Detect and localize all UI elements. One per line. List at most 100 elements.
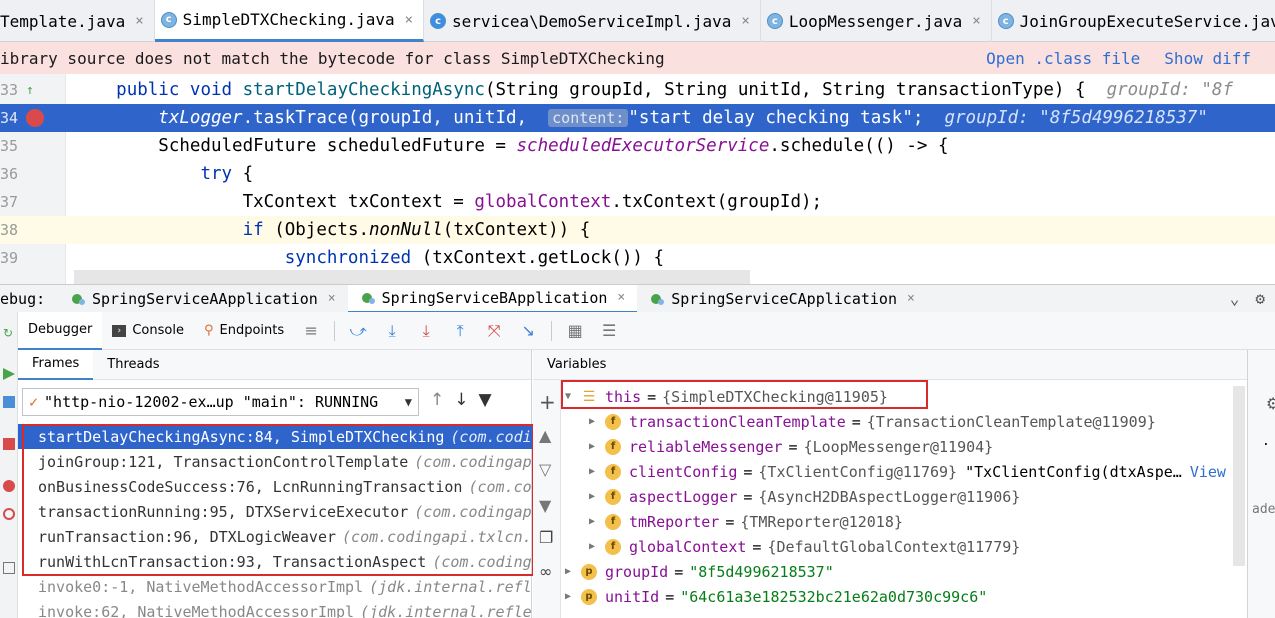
run-config-tabs: SpringServiceAApplication × SpringServiceB… — [58, 284, 927, 313]
editor-tab[interactable]: Template.java × — [0, 0, 155, 42]
code-text: synchronized (txContext.getLock()) { — [74, 248, 664, 268]
glasses-icon[interactable]: ∞ — [539, 562, 552, 581]
gear-icon[interactable]: ⚙ — [1255, 289, 1265, 308]
editor-tab[interactable]: c servicea\DemoServiceImpl.java × — [424, 0, 761, 42]
show-diff-link[interactable]: Show diff — [1164, 49, 1251, 68]
editor-tab[interactable]: c LoopMessenger.java × — [761, 0, 992, 42]
copy-icon[interactable]: ❐ — [539, 528, 553, 547]
collapsed-arrow-icon[interactable]: ▶ — [589, 541, 605, 552]
close-icon[interactable]: × — [135, 13, 143, 29]
variables-scrollbar[interactable] — [1233, 386, 1245, 566]
equals-sign: = — [851, 412, 861, 431]
arrow-down-icon[interactable]: ▽ — [539, 460, 551, 479]
tab-debugger[interactable]: Debugger — [18, 311, 103, 350]
arrow-up-icon[interactable]: ↑ — [430, 390, 444, 410]
collapsed-arrow-icon[interactable]: ▶ — [589, 516, 605, 527]
arrow-up-icon[interactable]: ▲ — [539, 426, 551, 445]
trace-icon[interactable]: ☰ — [597, 319, 621, 343]
open-class-file-link[interactable]: Open .class file — [986, 49, 1140, 68]
editor-tab[interactable]: cJoinGroupExecuteService.java× — [992, 0, 1275, 42]
collapsed-arrow-icon[interactable]: ▶ — [589, 441, 605, 452]
run-to-cursor-icon[interactable]: ↘ — [516, 319, 540, 343]
variable-row[interactable]: ▶ f transactionCleanTemplate = {TransactionC… — [589, 409, 1156, 434]
tab-console[interactable]: › Console — [102, 312, 194, 350]
code-token: void — [189, 80, 233, 100]
collapsed-arrow-icon[interactable]: ▶ — [565, 566, 581, 577]
arrow-down-icon[interactable]: ▼ — [539, 496, 551, 515]
evaluate-expression-icon[interactable]: ▦ — [563, 319, 587, 343]
collapsed-arrow-icon[interactable]: ▶ — [589, 491, 605, 502]
toolbar-separator — [334, 320, 336, 341]
code-editor[interactable]: 33 ↑ public void startDelayCheckingAsync(… — [0, 74, 1275, 284]
tab-endpoints[interactable]: ⚲ Endpoints — [194, 312, 294, 350]
run-config-tab-label: SpringServiceBApplication — [381, 288, 608, 307]
drop-frame-icon[interactable]: ⤧ — [482, 319, 506, 343]
variable-row[interactable]: ▶ f aspectLogger = {AsyncH2DBAspectLogger@11… — [589, 484, 1020, 509]
close-icon[interactable]: × — [907, 291, 915, 306]
view-breakpoints-icon[interactable] — [3, 480, 15, 492]
this-highlight-box — [561, 380, 928, 409]
camera-icon[interactable] — [3, 562, 15, 574]
step-into-icon[interactable]: ⤓ — [414, 319, 438, 343]
mute-breakpoints-icon[interactable] — [3, 508, 15, 520]
variable-row[interactable]: ▶ p unitId = "64c61a3e182532bc21e62a0d730c99… — [565, 584, 987, 609]
view-link[interactable]: View — [1190, 463, 1226, 481]
collapsed-arrow-icon[interactable]: ▶ — [565, 591, 581, 602]
resume-icon[interactable] — [3, 368, 15, 380]
code-line[interactable]: 39 synchronized (txContext.getLock()) { — [0, 244, 1275, 272]
code-line[interactable]: 38 if (Objects.nonNull(txContext)) { — [0, 216, 1275, 244]
horizontal-scrollbar[interactable] — [74, 270, 750, 284]
variable-row[interactable]: ▶ f clientConfig = {TxClientConfig@11769} "Tx… — [589, 459, 1226, 484]
close-icon[interactable]: × — [741, 13, 749, 29]
run-config-tab[interactable]: SpringServiceBApplication × — [347, 284, 638, 313]
add-watch-icon[interactable]: + — [539, 390, 556, 414]
variable-row[interactable]: ▶ f reliableMessenger = {LoopMessenger@11904… — [589, 434, 993, 459]
filter-icon[interactable]: ▼ — [479, 390, 492, 410]
parameter-icon: p — [581, 588, 597, 605]
editor-tab-label: servicea\DemoServiceImpl.java — [452, 11, 732, 31]
variable-row[interactable]: ▶ f globalContext = {DefaultGlobalContext@11… — [589, 534, 1020, 559]
stack-frame[interactable]: invoke:62, NativeMethodAccessorImpl (jdk.… — [18, 599, 532, 618]
run-config-tab[interactable]: SpringServiceCApplication × — [637, 285, 927, 313]
code-line[interactable]: 34 txLogger.taskTrace(groupId, unitId, c… — [0, 104, 1275, 132]
line-number: 34 — [0, 109, 19, 127]
stack-frame[interactable]: invoke0:-1, NativeMethodAccessorImpl (jdk… — [18, 574, 532, 599]
code-line[interactable]: 37 TxContext txContext = globalContext.t… — [0, 188, 1275, 216]
equals-sign: = — [743, 487, 753, 506]
code-line[interactable]: 35 ScheduledFuture scheduledFuture = sch… — [0, 132, 1275, 160]
variable-name: transactionCleanTemplate — [629, 412, 846, 431]
layout-menu-icon[interactable]: ≡ — [299, 319, 323, 343]
collapsed-arrow-icon[interactable]: ▶ — [589, 466, 605, 477]
tab-threads[interactable]: Threads — [93, 350, 173, 380]
thread-selector[interactable]: ✓ "http-nio-12002-ex…up "main": RUNNING … — [22, 388, 419, 416]
run-config-tab-label: SpringServiceAApplication — [92, 289, 318, 308]
code-line[interactable]: 33 ↑ public void startDelayCheckingAsync(… — [0, 76, 1275, 104]
rerun-icon[interactable]: ↻ — [3, 326, 15, 340]
step-out-icon[interactable]: ⤒ — [448, 319, 472, 343]
close-icon[interactable]: × — [972, 13, 980, 29]
breakpoint-icon[interactable] — [26, 109, 44, 127]
close-icon[interactable]: × — [328, 291, 336, 306]
override-icon[interactable]: ↑ — [26, 83, 34, 98]
close-icon[interactable]: × — [405, 12, 413, 28]
tab-frames[interactable]: Frames — [18, 349, 94, 380]
editor-tab[interactable]: c SimpleDTXChecking.java × — [154, 0, 425, 42]
endpoints-icon: ⚲ — [203, 323, 214, 338]
step-over-icon[interactable]: ⤓ — [380, 319, 404, 343]
close-icon[interactable]: × — [617, 290, 625, 305]
chevron-down-icon[interactable]: ⌄ — [1230, 289, 1240, 308]
stop-icon[interactable] — [3, 438, 15, 450]
collapsed-arrow-icon[interactable]: ▶ — [589, 416, 605, 427]
variable-name: globalContext — [629, 537, 747, 556]
variable-row[interactable]: ▶ p groupId = "8f5d4996218537" — [565, 559, 834, 584]
code-token: .taskTrace(groupId, unitId, — [242, 108, 549, 128]
gear-icon[interactable]: ⚙ — [1266, 394, 1275, 413]
code-line[interactable]: 36 try { — [0, 160, 1275, 188]
line-number: 33 — [0, 81, 19, 99]
pause-icon[interactable] — [3, 396, 15, 408]
variable-row[interactable]: ▶ f tmReporter = {TMReporter@12018} — [589, 509, 903, 534]
show-execution-point-icon[interactable]: ⤻ — [346, 319, 370, 343]
run-config-tab[interactable]: SpringServiceAApplication × — [58, 285, 348, 313]
toolbar-separator — [551, 320, 553, 341]
arrow-down-icon[interactable]: ↓ — [454, 390, 468, 410]
